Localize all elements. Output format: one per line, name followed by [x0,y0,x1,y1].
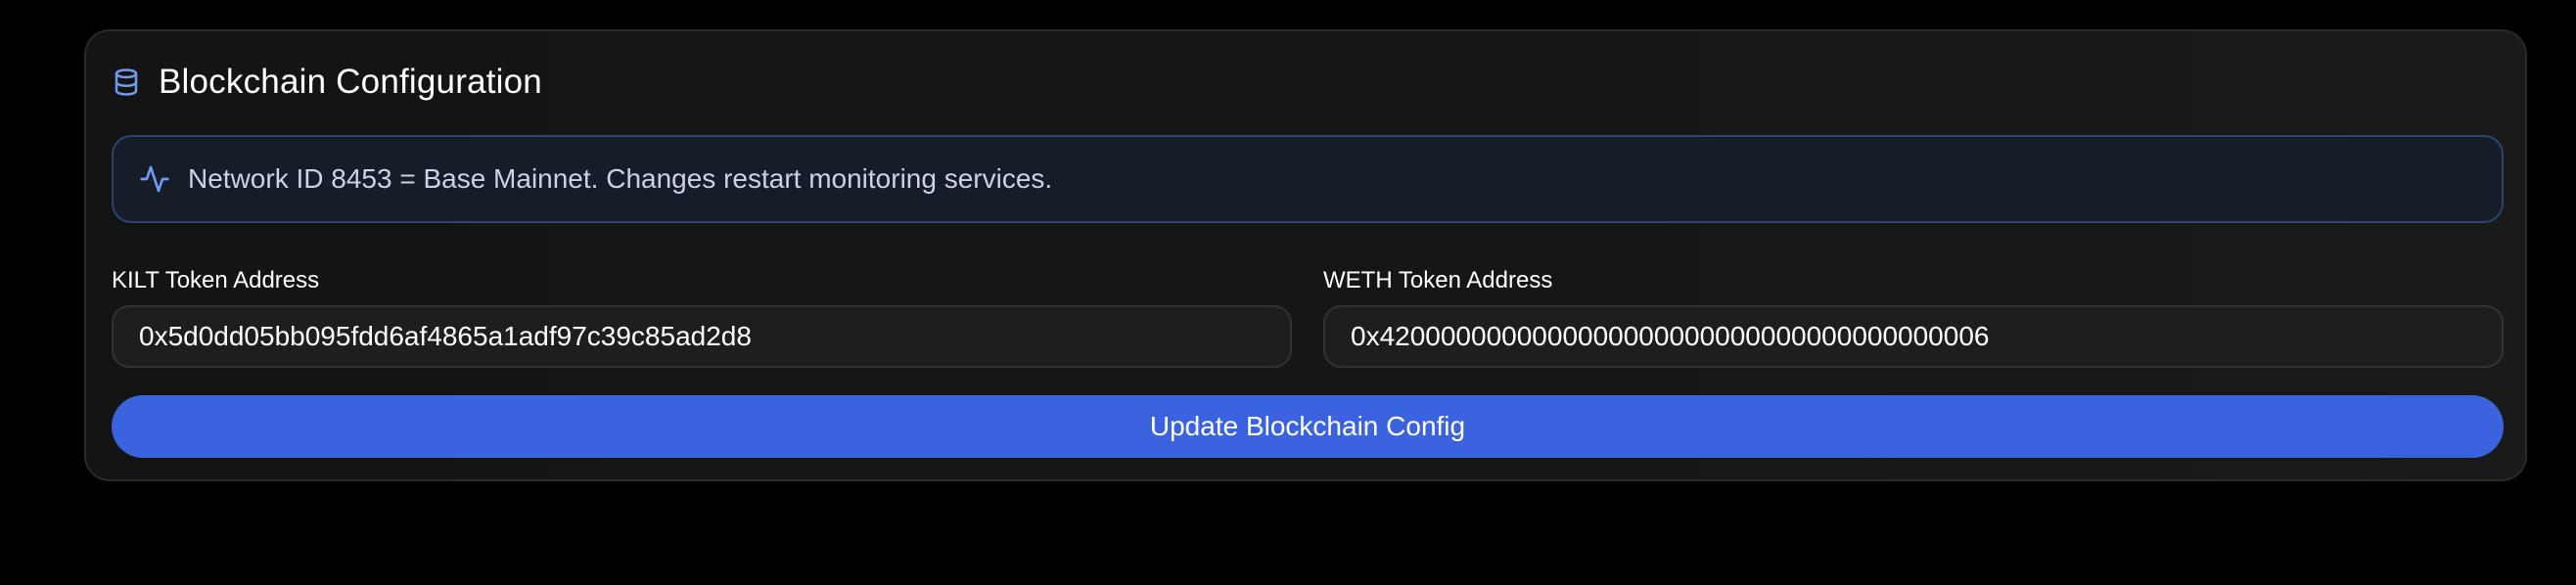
database-icon [112,68,141,97]
weth-token-label: WETH Token Address [1323,267,1553,293]
weth-token-field: WETH Token Address [1323,266,2504,368]
weth-token-address-input[interactable] [1323,305,2504,368]
card-title: Blockchain Configuration [159,63,542,101]
blockchain-config-card: Blockchain Configuration Network ID 8453… [84,29,2527,481]
kilt-token-field: KILT Token Address [112,266,1292,368]
kilt-token-address-input[interactable] [112,305,1292,368]
notice-text: Network ID 8453 = Base Mainnet. Changes … [188,163,1053,194]
update-blockchain-config-button[interactable]: Update Blockchain Config [112,395,2504,458]
kilt-token-label: KILT Token Address [112,267,320,293]
card-header: Blockchain Configuration [112,63,542,102]
activity-icon [139,163,170,195]
network-notice: Network ID 8453 = Base Mainnet. Changes … [112,135,2504,223]
